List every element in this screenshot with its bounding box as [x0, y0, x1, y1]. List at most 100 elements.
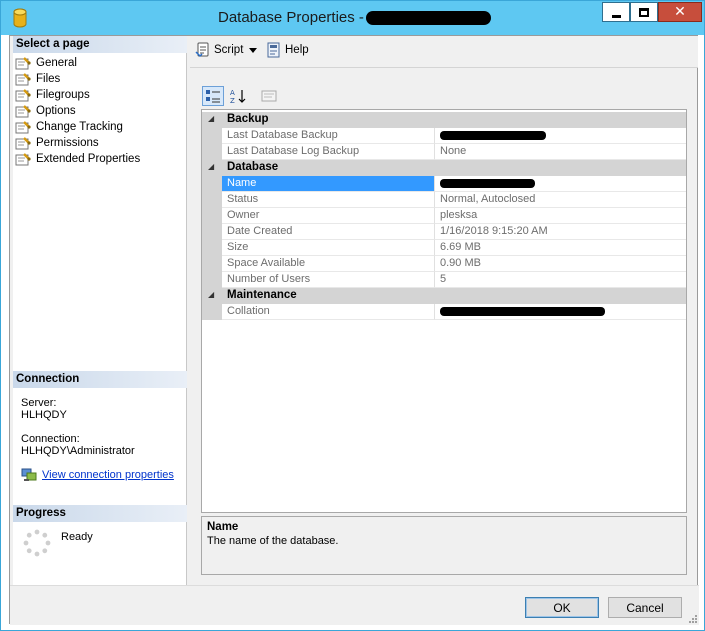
- property-row[interactable]: Name: [202, 176, 686, 192]
- page-wrench-icon: [15, 104, 31, 117]
- minimize-button[interactable]: [602, 2, 630, 22]
- property-value-text: None: [440, 145, 467, 157]
- page-item-label: Permissions: [36, 137, 99, 149]
- property-name[interactable]: Collation: [222, 304, 434, 320]
- property-name[interactable]: Size: [222, 240, 434, 256]
- page-item-permissions[interactable]: Permissions: [15, 135, 99, 151]
- category-label: Maintenance: [227, 289, 297, 301]
- property-value-text: Normal, Autoclosed: [440, 193, 536, 205]
- close-icon: ✕: [674, 4, 686, 20]
- property-row[interactable]: Number of Users 5: [202, 272, 686, 288]
- property-value[interactable]: [434, 128, 686, 144]
- property-name[interactable]: Date Created: [222, 224, 434, 240]
- property-value-text: 6.69 MB: [440, 241, 481, 253]
- property-value-text: 0.90 MB: [440, 257, 481, 269]
- property-name[interactable]: Name: [222, 176, 434, 192]
- page-item-label: General: [36, 57, 77, 69]
- property-name[interactable]: Last Database Backup: [222, 128, 434, 144]
- property-value[interactable]: 6.69 MB: [434, 240, 686, 256]
- view-connection-properties-label: View connection properties: [42, 469, 174, 481]
- redacted-value: [440, 131, 546, 141]
- property-value[interactable]: None: [434, 144, 686, 160]
- property-row[interactable]: Status Normal, Autoclosed: [202, 192, 686, 208]
- alphabetical-view-button[interactable]: A Z: [227, 86, 249, 106]
- svg-text:A: A: [230, 89, 235, 97]
- property-value[interactable]: [434, 176, 686, 192]
- property-value-text: 1/16/2018 9:15:20 AM: [440, 225, 548, 237]
- connection-value: HLHQDY\Administrator: [21, 445, 135, 457]
- page-item-options[interactable]: Options: [15, 103, 76, 119]
- page-item-change-tracking[interactable]: Change Tracking: [15, 119, 123, 135]
- script-dropdown-chevron-down-icon[interactable]: [249, 47, 258, 53]
- dialog-client-area: Select a page General Files Filegroups Opti…: [9, 35, 699, 625]
- page-item-label: Options: [36, 105, 76, 117]
- property-row[interactable]: Collation: [202, 304, 686, 320]
- server-value: HLHQDY: [21, 409, 67, 421]
- view-connection-properties-link[interactable]: View connection properties: [21, 468, 174, 482]
- property-name[interactable]: Space Available: [222, 256, 434, 272]
- page-wrench-icon: [15, 152, 31, 165]
- page-item-files[interactable]: Files: [15, 71, 60, 87]
- window-title: Database Properties -: [218, 9, 364, 26]
- page-wrench-icon: [15, 136, 31, 149]
- connection-properties-icon: [21, 468, 37, 481]
- collapse-triangle-icon[interactable]: ◢: [208, 114, 214, 123]
- property-row[interactable]: Last Database Backup: [202, 128, 686, 144]
- property-name[interactable]: Number of Users: [222, 272, 434, 288]
- property-gutter: [202, 208, 222, 224]
- collapse-triangle-icon[interactable]: ◢: [208, 162, 214, 171]
- resize-grip-icon[interactable]: [687, 613, 697, 623]
- property-gutter: [202, 128, 222, 144]
- categorized-icon: [206, 90, 220, 103]
- page-item-label: Files: [36, 73, 61, 85]
- collapse-triangle-icon[interactable]: ◢: [208, 290, 214, 299]
- property-row[interactable]: Date Created 1/16/2018 9:15:20 AM: [202, 224, 686, 240]
- help-icon: [267, 42, 280, 58]
- help-button[interactable]: Help: [266, 42, 309, 58]
- cancel-button[interactable]: Cancel: [608, 597, 682, 618]
- category-backup[interactable]: ◢ Backup: [202, 112, 686, 128]
- property-value[interactable]: Normal, Autoclosed: [434, 192, 686, 208]
- property-gutter: [202, 256, 222, 272]
- category-maintenance[interactable]: ◢ Maintenance: [202, 288, 686, 304]
- script-button[interactable]: Script: [195, 42, 258, 58]
- page-wrench-icon: [15, 88, 31, 101]
- property-value-text: plesksa: [440, 209, 478, 221]
- property-pages-button[interactable]: [258, 86, 280, 106]
- page-wrench-icon: [15, 56, 31, 69]
- property-row[interactable]: Last Database Log Backup None: [202, 144, 686, 160]
- property-value[interactable]: 0.90 MB: [434, 256, 686, 272]
- category-database[interactable]: ◢ Database: [202, 160, 686, 176]
- category-label: Database: [227, 161, 279, 173]
- property-gutter: [202, 192, 222, 208]
- property-row[interactable]: Owner plesksa: [202, 208, 686, 224]
- left-pane: Select a page General Files Filegroups Opti…: [13, 36, 187, 585]
- maximize-icon: [639, 7, 649, 17]
- property-value[interactable]: plesksa: [434, 208, 686, 224]
- property-value[interactable]: [434, 304, 686, 320]
- ok-button[interactable]: OK: [525, 597, 599, 618]
- page-item-filegroups[interactable]: Filegroups: [15, 87, 90, 103]
- property-row[interactable]: Size 6.69 MB: [202, 240, 686, 256]
- redacted-value: [440, 307, 605, 317]
- page-item-general[interactable]: General: [15, 55, 77, 71]
- categorized-view-button[interactable]: [202, 86, 224, 106]
- property-name[interactable]: Last Database Log Backup: [222, 144, 434, 160]
- dialog-toolbar: Script Help: [190, 36, 698, 68]
- property-value[interactable]: 5: [434, 272, 686, 288]
- property-name[interactable]: Owner: [222, 208, 434, 224]
- property-grid-toolbar: A Z: [202, 86, 283, 106]
- description-text: The name of the database.: [207, 535, 339, 547]
- page-item-extended-properties[interactable]: Extended Properties: [15, 151, 140, 167]
- property-value-text: 5: [440, 273, 447, 285]
- property-name[interactable]: Status: [222, 192, 434, 208]
- property-gutter: [202, 224, 222, 240]
- property-pages-icon: [261, 90, 277, 102]
- title-bar[interactable]: Database Properties - ✕: [1, 1, 704, 35]
- property-row[interactable]: Space Available 0.90 MB: [202, 256, 686, 272]
- close-button[interactable]: ✕: [658, 2, 702, 22]
- property-value[interactable]: 1/16/2018 9:15:20 AM: [434, 224, 686, 240]
- maximize-button[interactable]: [630, 2, 658, 22]
- redacted-database-name: [366, 11, 491, 25]
- progress-status: Ready: [61, 531, 93, 543]
